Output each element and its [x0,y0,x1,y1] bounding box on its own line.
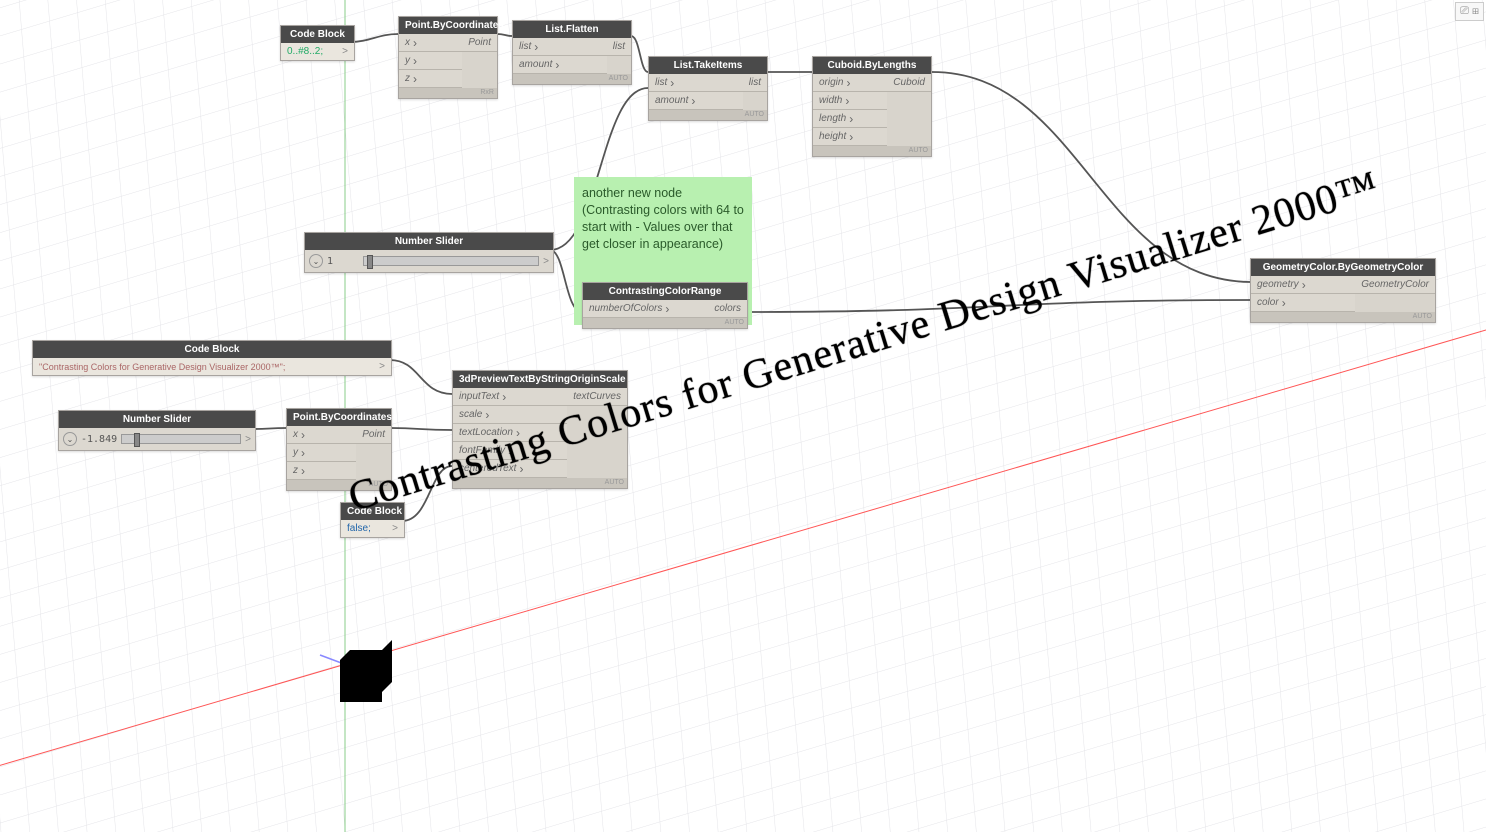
node-list-take-items[interactable]: List.TakeItems list› amount› list AUTO [648,56,768,121]
port-out-list[interactable]: list [743,74,767,92]
port-out-point[interactable]: Point [462,34,497,52]
node-list-flatten[interactable]: List.Flatten list› amount› list AUTO [512,20,632,85]
port-in-amount[interactable]: amount› [649,92,743,110]
node-title: GeometryColor.ByGeometryColor [1251,259,1435,276]
view-toggle-icons[interactable]: ⎚ ⊞ [1455,2,1484,21]
port-out[interactable]: > [543,256,549,267]
node-cuboid-by-lengths[interactable]: Cuboid.ByLengths origin› width› length› … [812,56,932,157]
port-in-geometry[interactable]: geometry› [1251,276,1355,294]
port-out[interactable]: > [245,434,251,445]
code-text: "Contrasting Colors for Generative Desig… [39,362,285,372]
node-footer: AUTO [513,74,631,84]
node-title: Code Block [281,26,354,43]
port-out[interactable]: > [342,46,348,57]
code-text: 0..#8..2; [287,46,323,57]
port-in-y[interactable]: y› [287,444,356,462]
port-out-list[interactable]: list [607,38,631,56]
node-point-by-coordinates-1[interactable]: Point.ByCoordinates x› y› z› Point RxR [398,16,498,99]
port-in-input-text[interactable]: inputText› [453,388,567,406]
port-in-height[interactable]: height› [813,128,887,146]
port-in-list[interactable]: list› [649,74,743,92]
port-in-list[interactable]: list› [513,38,607,56]
node-footer: AUTO [583,318,747,328]
expand-icon[interactable]: ⌄ [63,432,77,446]
port-in-z[interactable]: z› [399,70,462,88]
port-out-colors[interactable]: colors [708,300,747,318]
slider-track[interactable] [363,256,539,266]
node-code-block-1[interactable]: Code Block 0..#8..2; > [280,25,355,61]
port-in-amount[interactable]: amount› [513,56,607,74]
annotation-text: another new node (Contrasting colors wit… [582,185,744,253]
port-in-origin[interactable]: origin› [813,74,887,92]
node-title: List.TakeItems [649,57,767,74]
node-title: Number Slider [305,233,553,250]
node-title: ContrastingColorRange [583,283,747,300]
port-out-geometry-color[interactable]: GeometryColor [1355,276,1435,294]
port-out-point[interactable]: Point [356,426,391,444]
port-in-y[interactable]: y› [399,52,462,70]
node-contrasting-color-range[interactable]: ContrastingColorRange numberOfColors› co… [582,282,748,329]
code-text: false; [347,523,371,534]
port-out[interactable]: > [392,523,398,534]
node-footer: AUTO [649,110,767,120]
slider-value: -1.849 [81,434,117,445]
node-title: Point.ByCoordinates [287,409,391,426]
expand-icon[interactable]: ⌄ [309,254,323,268]
port-out[interactable]: > [379,361,385,372]
node-title: Point.ByCoordinates [399,17,497,34]
port-in-number-of-colors[interactable]: numberOfColors› [583,300,708,318]
node-title: Number Slider [59,411,255,428]
node-footer: RxR [399,88,497,98]
viewport-cube-geometry [340,660,382,702]
node-title: Code Block [33,341,391,358]
node-geometry-color[interactable]: GeometryColor.ByGeometryColor geometry› … [1250,258,1436,323]
node-footer: AUTO [1251,312,1435,322]
port-in-width[interactable]: width› [813,92,887,110]
port-out-cuboid[interactable]: Cuboid [887,74,931,92]
node-number-slider-2[interactable]: Number Slider ⌄ -1.849 > [58,410,256,451]
node-title: List.Flatten [513,21,631,38]
node-number-slider-1[interactable]: Number Slider ⌄ 1 > [304,232,554,273]
port-in-x[interactable]: x› [287,426,356,444]
port-in-length[interactable]: length› [813,110,887,128]
node-title: Cuboid.ByLengths [813,57,931,74]
port-in-color[interactable]: color› [1251,294,1355,312]
node-title: 3dPreviewTextByStringOriginScale [453,371,627,388]
node-code-block-2[interactable]: Code Block "Contrasting Colors for Gener… [32,340,392,376]
slider-value: 1 [327,256,359,267]
slider-track[interactable] [121,434,241,444]
node-footer: AUTO [813,146,931,156]
port-in-x[interactable]: x› [399,34,462,52]
